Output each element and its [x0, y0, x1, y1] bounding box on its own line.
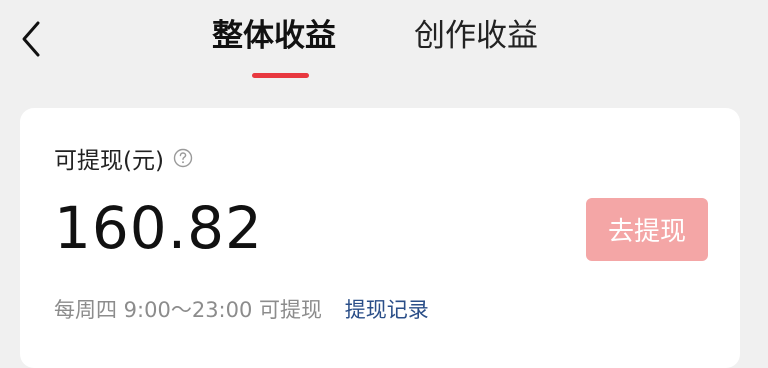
withdraw-records-link[interactable]: 提现记录: [345, 298, 429, 322]
withdraw-schedule-text: 每周四 9:00～23:00 可提现: [54, 298, 323, 322]
balance-label-row: 可提现(元): [54, 141, 193, 175]
withdrawable-balance-card: 可提现(元) 160.82 去提现 每周四 9:00～23:00 可提现 提现记…: [20, 108, 740, 368]
balance-amount: 160.82: [54, 194, 263, 262]
withdraw-button[interactable]: 去提现: [586, 198, 708, 261]
back-button[interactable]: [12, 14, 52, 64]
top-nav-bar: 整体收益 创作收益: [0, 0, 768, 100]
withdraw-info-row: 每周四 9:00～23:00 可提现 提现记录: [54, 295, 429, 325]
help-icon[interactable]: [173, 148, 193, 168]
tab-creation-earnings[interactable]: 创作收益: [414, 14, 538, 58]
active-tab-indicator: [252, 73, 309, 78]
chevron-left-icon: [22, 21, 40, 57]
tab-overall-earnings[interactable]: 整体收益: [212, 14, 336, 58]
balance-label: 可提现(元): [54, 148, 164, 174]
